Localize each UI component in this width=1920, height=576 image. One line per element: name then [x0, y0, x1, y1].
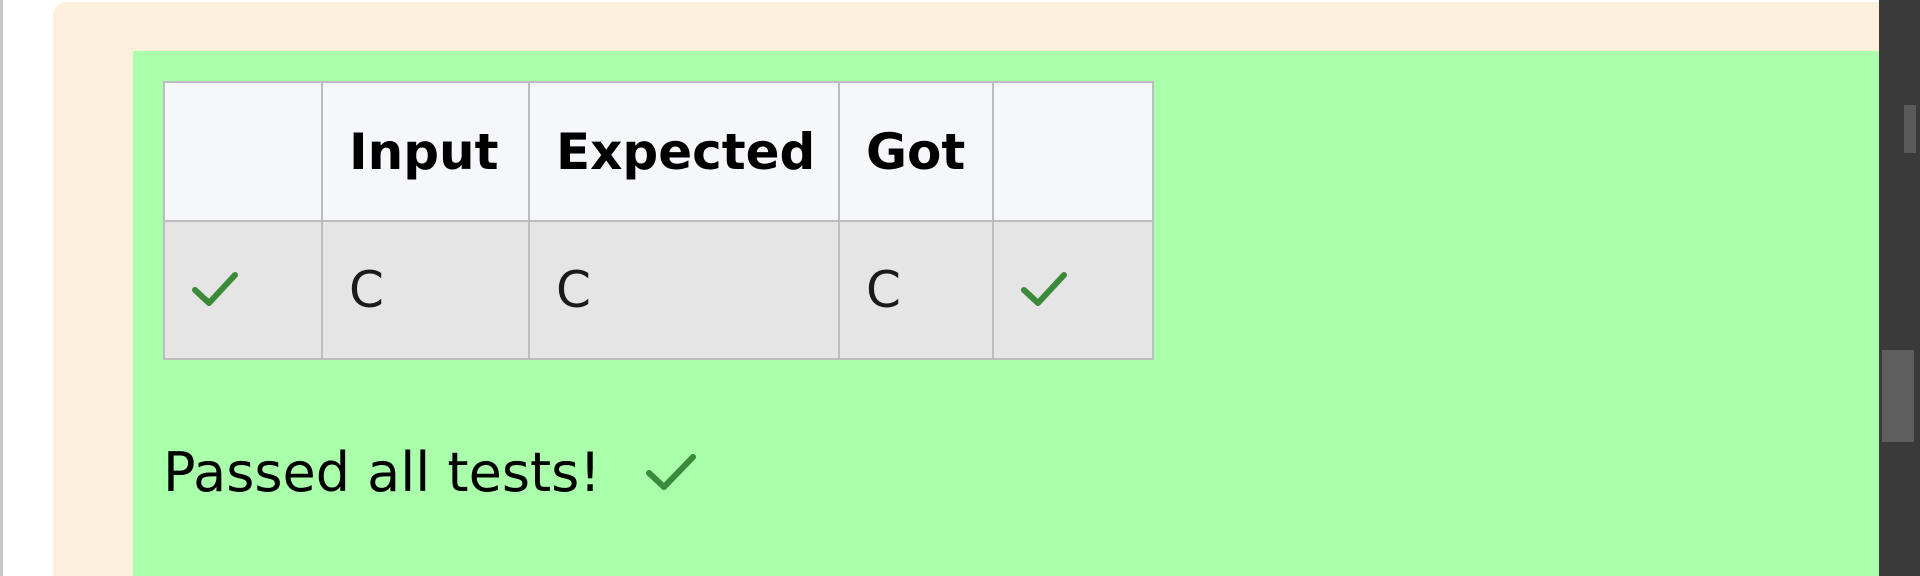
scroll-thumb[interactable]	[1882, 350, 1914, 442]
header-expected: Expected	[528, 81, 840, 222]
row-result-cell	[992, 220, 1154, 360]
header-got: Got	[838, 81, 994, 222]
row-got-cell: C	[838, 220, 994, 360]
row-status-cell	[163, 220, 323, 360]
left-border	[0, 0, 3, 576]
passed-summary-text: Passed all tests!	[163, 441, 601, 504]
scroll-marker	[1904, 105, 1916, 153]
table-header-row: Input Expected Got	[163, 81, 1154, 222]
page: Input Expected Got C C C Passed all test…	[0, 0, 1920, 576]
check-icon	[1020, 270, 1152, 310]
check-icon	[191, 270, 321, 310]
check-icon	[645, 452, 697, 494]
header-input: Input	[321, 81, 530, 222]
header-result	[992, 81, 1154, 222]
vertical-scrollbar[interactable]	[1879, 0, 1920, 576]
test-results-table: Input Expected Got C C C	[163, 81, 1154, 360]
header-status	[163, 81, 323, 222]
passed-summary: Passed all tests!	[163, 441, 697, 504]
row-expected-cell: C	[528, 220, 840, 360]
table-row: C C C	[163, 220, 1154, 360]
test-results-panel: Input Expected Got C C C Passed all test…	[133, 51, 1879, 576]
row-input-cell: C	[321, 220, 530, 360]
